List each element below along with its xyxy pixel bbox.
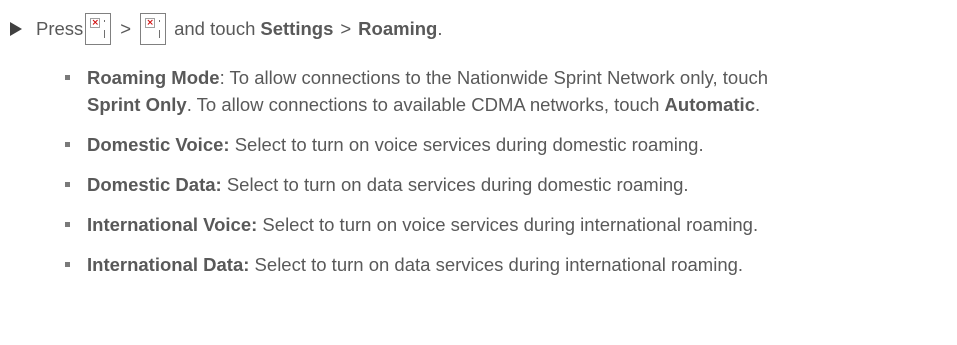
bullet-icon [65, 222, 70, 227]
icon-dot [159, 20, 161, 22]
separator-gt: > [340, 18, 352, 39]
list-item: Domestic Voice: Select to turn on voice … [65, 131, 945, 158]
instruction-step: Press × > × and touch Settings > Roaming… [10, 12, 442, 46]
item-text: : To allow connections to the Nationwide… [219, 67, 769, 88]
item-term: International Data: [87, 254, 250, 275]
press-text: Press [36, 18, 84, 39]
icon-bar [104, 30, 106, 38]
item-text: Select to turn on voice services during … [229, 134, 704, 155]
item-text: Select to turn on data services during i… [249, 254, 744, 275]
separator-gt: > [120, 18, 132, 39]
item-text: . [754, 94, 761, 115]
list-item: International Data: Select to turn on da… [65, 251, 945, 278]
step-arrow-icon [10, 22, 22, 36]
bullet-icon [65, 262, 70, 267]
list-item: Domestic Data: Select to turn on data se… [65, 171, 945, 198]
roaming-term: Roaming [358, 18, 438, 39]
item-text: . To allow connections to available CDMA… [186, 94, 660, 115]
bullet-icon [65, 142, 70, 147]
icon-dot [104, 20, 106, 22]
item-text: Select to turn on voice services during … [257, 214, 759, 235]
item-term: Domestic Voice: [87, 134, 230, 155]
option-term: Sprint Only [87, 94, 187, 115]
list-item: International Voice: Select to turn on v… [65, 211, 945, 238]
menu-key-icon: × [140, 13, 167, 45]
item-term: International Voice: [87, 214, 258, 235]
item-term: Domestic Data: [87, 174, 222, 195]
item-text: Select to turn on data services during d… [221, 174, 689, 195]
broken-image-icon: × [90, 18, 101, 28]
broken-image-icon: × [145, 18, 156, 28]
and-touch-text: and touch [174, 18, 256, 39]
icon-bar [159, 30, 161, 38]
list-item: Roaming Mode: To allow connections to th… [65, 64, 945, 118]
item-term: Roaming Mode [87, 67, 220, 88]
bullet-icon [65, 182, 70, 187]
settings-term: Settings [260, 18, 334, 39]
period: . [437, 18, 443, 39]
option-term: Automatic [664, 94, 755, 115]
bullet-icon [65, 75, 70, 80]
roaming-options-list: Roaming Mode: To allow connections to th… [65, 64, 945, 291]
home-key-icon: × [85, 13, 112, 45]
